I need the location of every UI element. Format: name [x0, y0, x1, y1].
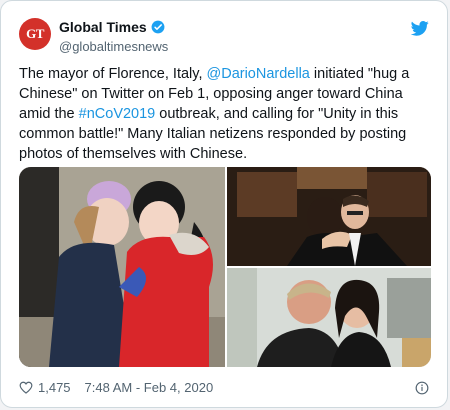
- verified-badge-icon: [151, 20, 165, 34]
- tweet-footer: 1,475 7:48 AM - Feb 4, 2020: [19, 380, 213, 395]
- display-name[interactable]: Global Times: [59, 19, 147, 35]
- tweet-author: Global Times @globaltimesnews: [59, 19, 168, 54]
- info-icon[interactable]: [415, 381, 429, 395]
- photo-men-hugging[interactable]: [227, 167, 431, 266]
- photo-children-hugging[interactable]: [19, 167, 225, 367]
- avatar[interactable]: GT: [19, 18, 51, 50]
- tweet-text: The mayor of Florence, Italy, @DarioNard…: [19, 64, 429, 164]
- tweet-card: GT Global Times @globaltimesnews The may…: [0, 0, 448, 408]
- avatar-text: GT: [26, 26, 44, 41]
- tweet-text-part-1: The mayor of Florence, Italy,: [19, 66, 207, 82]
- handle[interactable]: @globaltimesnews: [59, 39, 168, 54]
- twitter-bird-icon[interactable]: [411, 21, 429, 36]
- mention-link[interactable]: @DarioNardella: [207, 66, 310, 82]
- author-name-row[interactable]: Global Times: [59, 19, 168, 35]
- timestamp[interactable]: 7:48 AM - Feb 4, 2020: [85, 380, 214, 395]
- media-grid: [19, 167, 431, 367]
- like-count[interactable]: 1,475: [38, 380, 71, 395]
- photo-men-hugging-art: [227, 167, 431, 266]
- heart-icon[interactable]: [19, 381, 33, 394]
- hashtag-link[interactable]: #nCoV2019: [79, 106, 156, 122]
- photo-couple-selfie-art: [227, 268, 431, 367]
- photo-couple-selfie[interactable]: [227, 268, 431, 367]
- photo-children-hugging-art: [19, 167, 225, 367]
